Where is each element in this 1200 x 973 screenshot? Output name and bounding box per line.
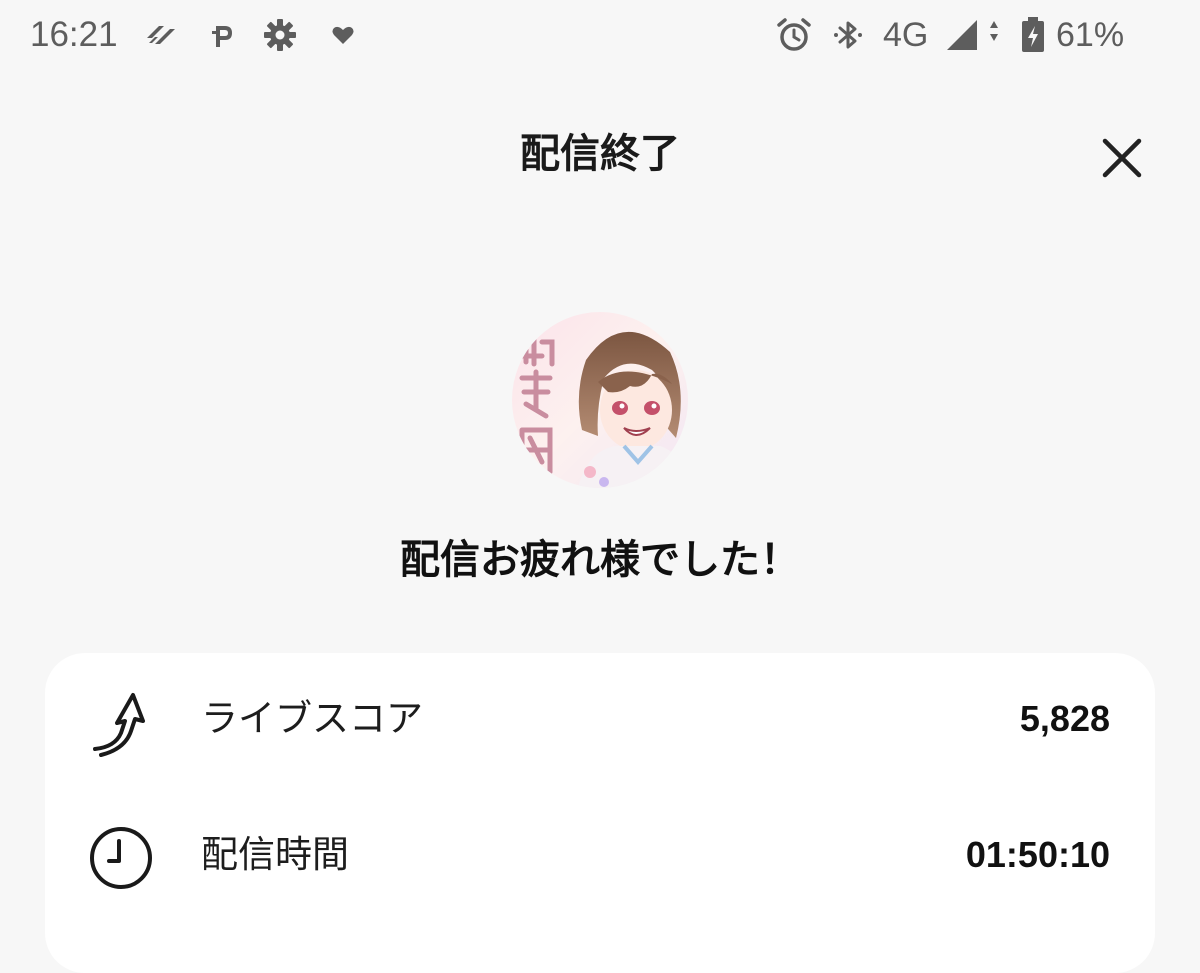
avatar — [512, 312, 688, 488]
page-title: 配信終了 — [520, 131, 680, 177]
alarm-clock-icon — [775, 16, 813, 54]
battery-charging-icon — [1018, 16, 1048, 54]
close-icon — [1102, 138, 1142, 178]
bluetooth-icon — [829, 16, 867, 54]
stat-value: 01:50:10 — [965, 834, 1110, 875]
stat-label: ライブスコア — [201, 697, 423, 740]
settings-gear-icon — [261, 16, 299, 54]
completion-message: 配信お疲れ様でした！ — [400, 537, 800, 583]
stat-label: 配信時間 — [201, 833, 349, 876]
clock-icon — [85, 821, 159, 895]
streaming-app-icon — [142, 16, 180, 54]
stat-row-live-score: ライブスコア 5,828 — [45, 665, 1155, 775]
battery-percent: 61% — [1056, 16, 1125, 54]
stat-row-stream-time: 配信時間 01:50:10 — [45, 801, 1155, 911]
status-time: 16:21 — [30, 15, 118, 54]
heart-icon — [324, 16, 362, 54]
cellular-signal-icon — [944, 16, 1004, 54]
parking-app-icon — [204, 16, 242, 54]
stats-card: ライブスコア 5,828 配信時間 01:50:10 — [45, 653, 1155, 973]
live-score-icon — [85, 685, 159, 759]
stat-value: 5,828 — [1019, 698, 1110, 739]
close-button[interactable] — [1094, 130, 1150, 186]
status-bar: 16:21 4G 61% — [0, 0, 1200, 72]
network-type: 4G — [883, 16, 929, 54]
